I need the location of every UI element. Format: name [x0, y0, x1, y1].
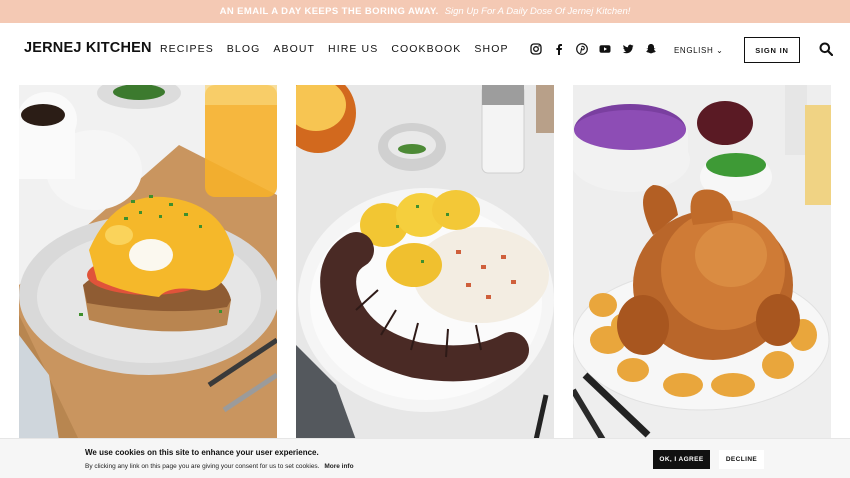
- nav-blog[interactable]: BLOG: [227, 43, 261, 55]
- recipe-card-roast-chicken[interactable]: [573, 85, 831, 440]
- instagram-icon[interactable]: [529, 42, 543, 56]
- recipe-card-eggs-benedict[interactable]: [19, 85, 277, 440]
- nav-hire-us[interactable]: HIRE US: [328, 43, 378, 55]
- nav-shop[interactable]: SHOP: [474, 43, 508, 55]
- snapchat-icon[interactable]: [644, 42, 658, 56]
- social-links: [529, 42, 658, 56]
- search-icon[interactable]: [819, 42, 834, 57]
- sign-in-button[interactable]: SIGN IN: [744, 37, 800, 63]
- banner-headline: AN EMAIL A DAY KEEPS THE BORING AWAY.: [219, 6, 439, 17]
- nav-about[interactable]: ABOUT: [273, 43, 315, 55]
- nav-recipes[interactable]: RECIPES: [160, 43, 214, 55]
- decline-button[interactable]: DECLINE: [719, 450, 764, 469]
- cookie-text: By clicking any link on this page you ar…: [85, 463, 354, 470]
- nav-cookbook[interactable]: COOKBOOK: [391, 43, 461, 55]
- eggs-benedict-photo: [19, 85, 277, 440]
- blood-sausage-photo: [296, 85, 554, 440]
- roast-chicken-photo: [573, 85, 831, 440]
- cookie-title: We use cookies on this site to enhance y…: [85, 448, 319, 457]
- twitter-icon[interactable]: [621, 42, 635, 56]
- recipe-card-blood-sausage[interactable]: [296, 85, 554, 440]
- language-label: ENGLISH: [674, 46, 714, 55]
- cookie-bar: We use cookies on this site to enhance y…: [0, 438, 850, 478]
- main-nav: RECIPES BLOG ABOUT HIRE US COOKBOOK SHOP: [160, 43, 509, 55]
- language-selector[interactable]: ENGLISH ⌄: [674, 46, 723, 55]
- site-header: JERNEJ KITCHEN RECIPES BLOG ABOUT HIRE U…: [0, 23, 850, 84]
- youtube-icon[interactable]: [598, 42, 612, 56]
- chevron-down-icon: ⌄: [716, 46, 724, 55]
- more-info-link[interactable]: More info: [324, 463, 353, 470]
- agree-button[interactable]: OK, I AGREE: [653, 450, 710, 469]
- banner-cta[interactable]: Sign Up For A Daily Dose Of Jernej Kitch…: [445, 6, 631, 17]
- site-logo[interactable]: JERNEJ KITCHEN: [24, 40, 152, 56]
- top-banner[interactable]: AN EMAIL A DAY KEEPS THE BORING AWAY. Si…: [0, 0, 850, 23]
- facebook-icon[interactable]: [552, 42, 566, 56]
- cookie-consent-text: By clicking any link on this page you ar…: [85, 463, 320, 470]
- pinterest-icon[interactable]: [575, 42, 589, 56]
